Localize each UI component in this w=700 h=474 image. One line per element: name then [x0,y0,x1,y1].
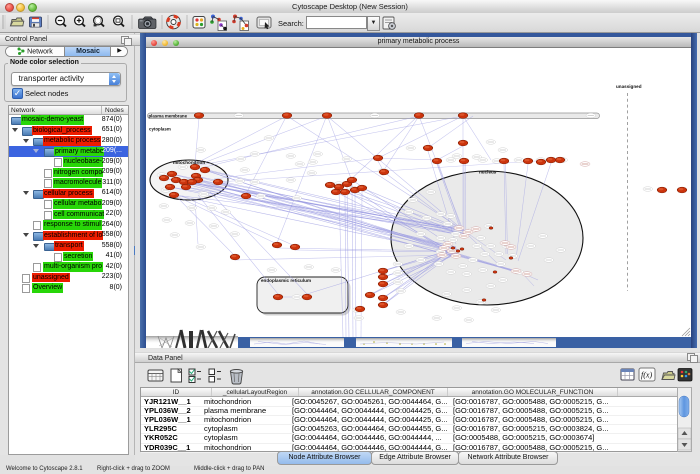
svg-text:unassigned: unassigned [616,84,642,89]
svg-text:plasma membrane: plasma membrane [149,113,188,118]
svg-text:cytoplasm: cytoplasm [149,127,171,132]
svg-text:f(x): f(x) [641,371,652,380]
svg-text:nucleus: nucleus [479,170,497,175]
svg-text:mitochondrion: mitochondrion [173,160,205,165]
